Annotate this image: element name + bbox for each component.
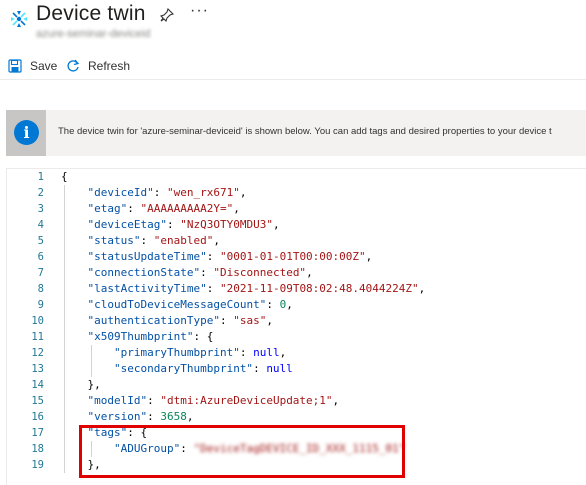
save-button[interactable]: Save: [8, 54, 57, 78]
line-number: 11: [31, 331, 44, 343]
code-line: 12 "primaryThumbprint": null,: [7, 345, 586, 361]
info-icon-box: i: [6, 110, 46, 156]
refresh-button-label: Refresh: [88, 59, 131, 73]
message-count-value: 0: [279, 298, 287, 311]
device-id-value: "wen_rx671": [166, 186, 240, 199]
line-number: 6: [37, 251, 44, 263]
line-number: 8: [37, 283, 44, 295]
save-icon: [8, 59, 22, 73]
auth-type-value: "sas": [233, 314, 267, 327]
refresh-icon: [67, 59, 80, 72]
line-number: 16: [31, 411, 44, 423]
line-number: 18: [31, 443, 44, 455]
primary-thumbprint-value: null: [253, 346, 280, 359]
page-header: Device twin ··· azure-seminar-deviceid: [0, 0, 586, 46]
save-button-label: Save: [30, 59, 58, 73]
info-message: The device twin for 'azure-seminar-devic…: [58, 126, 552, 137]
more-options-icon[interactable]: ···: [190, 2, 209, 20]
line-number: 4: [37, 219, 44, 231]
code-line: 8 "lastActivityTime": "2021-11-09T08:02:…: [7, 281, 586, 297]
etag-value: "AAAAAAAAA2Y=": [140, 202, 234, 215]
command-bar: Save Refresh: [0, 52, 586, 80]
device-subtitle: azure-seminar-deviceid: [36, 28, 151, 40]
line-number: 7: [37, 267, 44, 279]
line-number: 3: [37, 203, 44, 215]
line-number: 13: [31, 363, 44, 375]
line-number: 10: [31, 315, 44, 327]
line-number: 12: [31, 347, 44, 359]
iot-device-icon: [11, 11, 27, 27]
pin-icon[interactable]: [159, 7, 175, 25]
line-number: 9: [37, 299, 44, 311]
code-line: 14 },: [7, 377, 586, 393]
code-line: 11 "x509Thumbprint": {: [7, 329, 586, 345]
code-line: 13 "secondaryThumbprint": null: [7, 361, 586, 377]
last-activity-time-value: "2021-11-09T08:02:48.4044224Z": [219, 282, 419, 295]
code-line: 10 "authenticationType": "sas",: [7, 313, 586, 329]
line-number: 17: [31, 427, 44, 439]
info-icon: i: [14, 120, 39, 145]
code-line: 15 "modelId": "dtmi:AzureDeviceUpdate;1"…: [7, 393, 586, 409]
code-line: 3 "etag": "AAAAAAAAA2Y=",: [7, 201, 586, 217]
line-number: 2: [37, 187, 44, 199]
code-line: 7 "connectionState": "Disconnected",: [7, 265, 586, 281]
code-line: 5 "status": "enabled",: [7, 233, 586, 249]
adu-group-value: "DeviceTagDEVICE_ID_XXX_1115_01": [193, 442, 406, 455]
json-editor[interactable]: 1{ 2 "deviceId": "wen_rx671", 3 "etag": …: [6, 168, 586, 485]
secondary-thumbprint-value: null: [266, 362, 293, 375]
version-value: 3658: [160, 410, 187, 423]
line-number: 1: [37, 171, 44, 183]
code-line: 1{: [7, 169, 586, 185]
page-title: Device twin: [36, 2, 146, 25]
code-line: 16 "version": 3658,: [7, 409, 586, 425]
line-number: 5: [37, 235, 44, 247]
connection-state-value: "Disconnected": [213, 266, 307, 279]
code-line: 4 "deviceEtag": "NzQ3OTY0MDU3",: [7, 217, 586, 233]
line-number: 14: [31, 379, 44, 391]
code-line: 9 "cloudToDeviceMessageCount": 0,: [7, 297, 586, 313]
code-line: 19 },: [7, 457, 586, 473]
line-number: 15: [31, 395, 44, 407]
status-update-time-value: "0001-01-01T00:00:00Z": [219, 250, 366, 263]
status-value: "enabled": [153, 234, 214, 247]
refresh-button[interactable]: Refresh: [66, 54, 130, 78]
code-line: 2 "deviceId": "wen_rx671",: [7, 185, 586, 201]
code-line: 6 "statusUpdateTime": "0001-01-01T00:00:…: [7, 249, 586, 265]
model-id-value: "dtmi:AzureDeviceUpdate;1": [160, 394, 333, 407]
code-line: 18 "ADUGroup": "DeviceTagDEVICE_ID_XXX_1…: [7, 441, 586, 457]
info-banner: i The device twin for 'azure-seminar-dev…: [6, 110, 586, 156]
device-etag-value: "NzQ3OTY0MDU3": [180, 218, 273, 231]
line-number: 19: [31, 459, 44, 471]
code-line: 17 "tags": {: [7, 425, 586, 441]
